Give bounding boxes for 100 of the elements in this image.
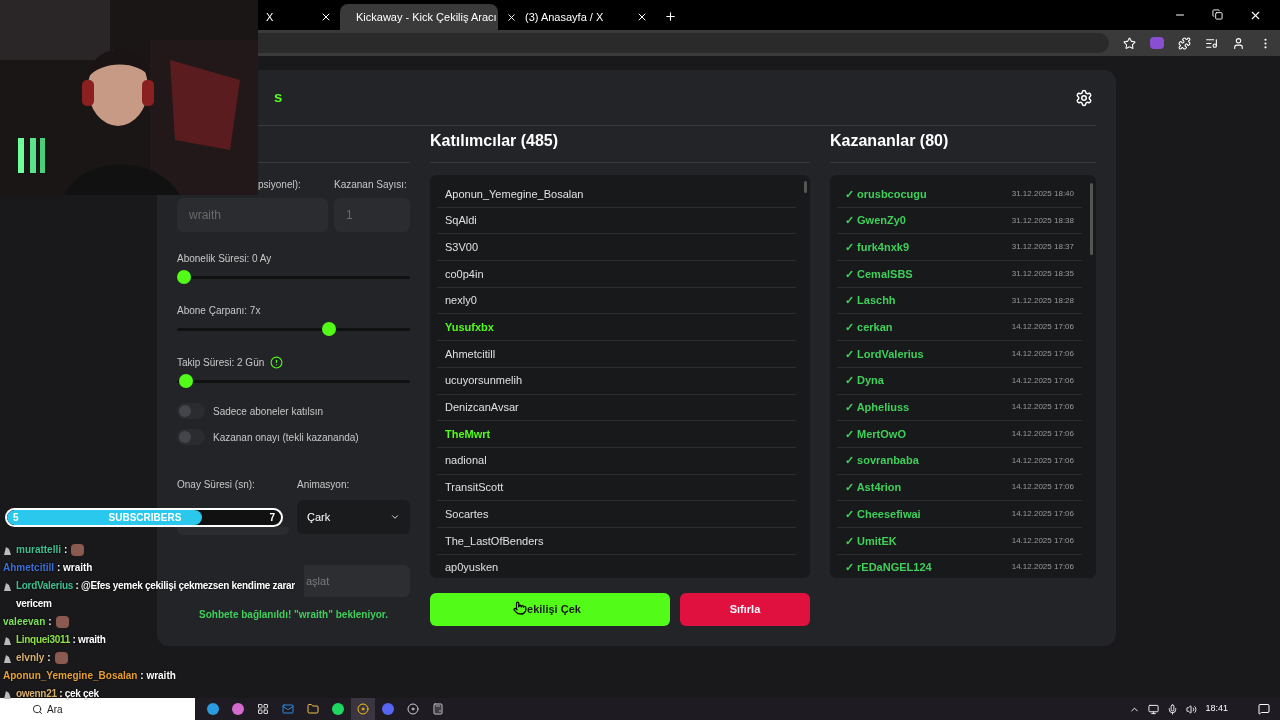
taskbar-search-field[interactable]: Ara <box>0 698 195 720</box>
winner-name[interactable]: ✓ furk4nxk9 <box>845 238 910 256</box>
participant-name[interactable]: Ahmetcitill <box>445 345 496 363</box>
winner-name[interactable]: ✓ UmitEK <box>845 532 897 550</box>
winner-name[interactable]: ✓ Cheesefiwai <box>845 505 921 523</box>
settings-icon[interactable] <box>1075 88 1093 107</box>
clock-time[interactable]: 18:41 <box>1205 702 1228 716</box>
win-time: 31.12.2025 18:38 <box>1011 214 1074 227</box>
slider-thumb[interactable] <box>179 374 194 388</box>
restore-icon[interactable] <box>1212 9 1223 20</box>
participant-name[interactable]: DenizcanAvsar <box>445 399 519 416</box>
winner-name[interactable]: ✓ sovranbaba <box>845 452 919 469</box>
volume-icon[interactable] <box>1186 703 1198 715</box>
emote-icon <box>71 544 85 556</box>
network-icon[interactable] <box>1148 703 1160 715</box>
new-tab-icon[interactable] <box>664 10 677 23</box>
chat-username[interactable]: Aponun_Yemegine_Bosalan <box>3 670 138 681</box>
chat-username[interactable]: Linquei3011 <box>16 634 70 645</box>
winner-name[interactable]: ✓ CemalSBS <box>845 265 913 283</box>
notification-icon[interactable] <box>1258 703 1270 715</box>
slider-label: Abonelik Süresi: 0 Ay <box>177 252 272 266</box>
chat-username[interactable]: elvnly <box>16 649 45 667</box>
participant-name[interactable]: ap0yusken <box>445 559 499 576</box>
winner-name[interactable]: ✓ LordValerius <box>845 345 924 363</box>
participant-name[interactable]: nexly0 <box>445 292 477 309</box>
win-time: 31.12.2025 18:40 <box>1011 187 1074 200</box>
username-field[interactable]: wraith <box>177 198 328 232</box>
chat-username[interactable]: valeevan <box>3 613 46 631</box>
slider-track[interactable] <box>177 374 410 388</box>
chat-message: Aponun_Yemegine_Bosalan : wraith <box>3 669 176 683</box>
participant-name[interactable]: Aponun_Yemegine_Bosalan <box>445 185 584 203</box>
scrollbar-thumb[interactable] <box>1090 183 1093 255</box>
star-icon[interactable] <box>1123 36 1136 50</box>
browser-tab[interactable]: Kickaway - Kick Çekiliş Aracı <box>340 4 498 30</box>
animation-select[interactable]: Çark <box>297 500 410 534</box>
puzzle-icon[interactable] <box>1178 36 1191 50</box>
close-icon[interactable] <box>1249 9 1262 22</box>
chat-username[interactable]: owenn21 <box>16 688 57 699</box>
winner-name[interactable]: ✓ rEDaNGEL124 <box>845 559 932 576</box>
win-time: 14.12.2025 17:06 <box>1011 534 1074 547</box>
close-icon[interactable] <box>636 11 648 23</box>
chat-username[interactable]: murattelli <box>16 541 61 559</box>
winner-name[interactable]: ✓ Dyna <box>845 372 884 389</box>
x-logo-icon <box>506 11 517 23</box>
winner-name[interactable]: ✓ Ast4rion <box>845 479 902 496</box>
chat-message: Ahmetcitill : wraith <box>3 561 93 575</box>
participant-name[interactable]: ucuyorsunmelih <box>445 372 523 389</box>
search-icon <box>32 703 43 715</box>
chat-username[interactable]: LordValerius <box>16 580 73 591</box>
draw-button[interactable]: ekilişi Çek <box>430 593 670 626</box>
win-time: 31.12.2025 18:37 <box>1011 241 1074 254</box>
mic-icon[interactable] <box>1167 703 1179 715</box>
win-time: 14.12.2025 17:06 <box>1011 321 1074 334</box>
count-field[interactable]: 1 <box>334 198 410 232</box>
close-icon[interactable] <box>320 11 332 23</box>
status-text: Sohbete bağlanıldı! "wraith" bekleniyor. <box>198 608 389 622</box>
app-title: s <box>273 87 283 108</box>
participant-name[interactable]: co0p4in <box>445 265 484 283</box>
win-time: 14.12.2025 17:06 <box>1011 481 1074 494</box>
participant-name[interactable]: TransitScott <box>445 479 504 496</box>
win-time: 14.12.2025 17:06 <box>1011 454 1074 467</box>
winner-name[interactable]: ✓ MertOwO <box>845 425 906 443</box>
confirm-field[interactable] <box>177 527 289 535</box>
slider-label: Abone Çarpanı: 7x <box>177 304 261 318</box>
chat-username[interactable]: Ahmetcitill <box>3 562 55 573</box>
profile-icon[interactable] <box>1232 36 1245 50</box>
address-field[interactable] <box>258 33 1109 53</box>
toggle-switch[interactable] <box>177 429 205 445</box>
scrollbar-thumb[interactable] <box>804 181 807 193</box>
participant-name[interactable]: Socartes <box>445 505 489 523</box>
winner-name[interactable]: ✓ Laschh <box>845 292 896 309</box>
chat-separator: : <box>64 543 68 557</box>
participant-name[interactable]: TheMwrt <box>445 425 491 443</box>
reset-button[interactable]: Sıfırla <box>680 593 810 626</box>
win-time: 31.12.2025 18:28 <box>1011 294 1074 307</box>
winner-name[interactable]: ✓ GwenZy0 <box>845 212 906 229</box>
chat-message: Linquei3011 : wraith <box>16 633 107 647</box>
participant-name[interactable]: The_LastOfBenders <box>445 532 544 550</box>
winner-name[interactable]: ✓ cerkan <box>845 319 893 336</box>
slider-track[interactable] <box>177 322 410 336</box>
media-icon[interactable] <box>1205 36 1218 50</box>
winner-name[interactable]: ✓ Apheliuss <box>845 399 910 416</box>
tab-title: X <box>266 9 275 25</box>
field-label: Animasyon: <box>297 478 350 492</box>
goal-current: 5 <box>12 511 19 525</box>
win-time: 14.12.2025 17:06 <box>1011 428 1074 441</box>
win-time: 31.12.2025 18:35 <box>1011 267 1074 280</box>
participant-name[interactable]: S3V00 <box>445 238 479 256</box>
participant-name[interactable]: SqAldi <box>445 212 477 229</box>
goal-label: SUBSCRIBERS <box>108 511 182 525</box>
toggle-switch[interactable] <box>177 403 205 419</box>
participant-name[interactable]: nadional <box>445 452 487 469</box>
slider-track[interactable] <box>177 270 410 284</box>
slider-thumb[interactable] <box>321 322 336 336</box>
win-time: 14.12.2025 17:06 <box>1011 508 1074 521</box>
winner-name[interactable]: ✓ orusbcocugu <box>845 185 927 203</box>
column-heading: Kazananlar (80) <box>830 131 949 151</box>
slider-thumb[interactable] <box>177 270 191 284</box>
participant-name[interactable]: Yusufxbx <box>445 319 494 336</box>
field-label: Kazanan Sayısı: <box>334 178 407 192</box>
